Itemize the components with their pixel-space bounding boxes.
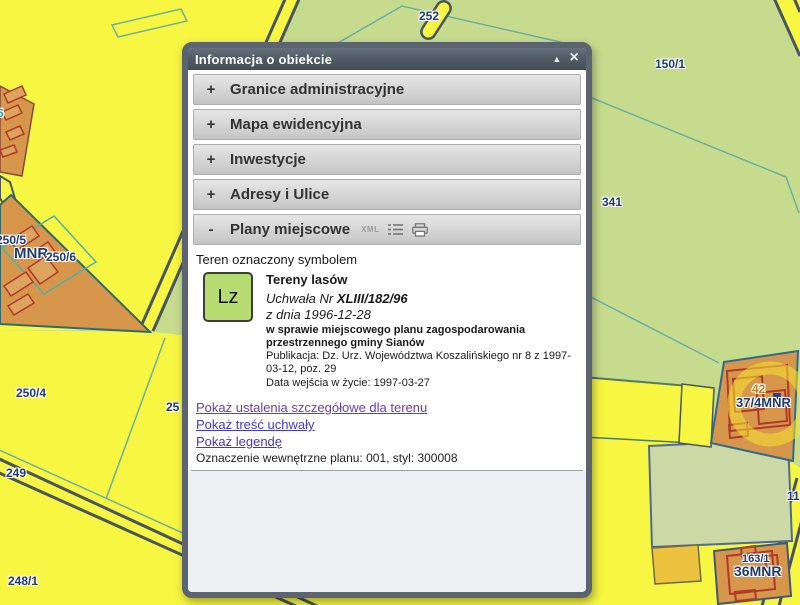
print-icon[interactable] (412, 223, 428, 237)
accordion-plany-miejscowe[interactable]: - Plany miejscowe XML (193, 214, 581, 245)
plans-intro: Teren oznaczony symbolem (196, 252, 578, 267)
expand-plus-icon: + (204, 151, 218, 168)
parcel-orange-163-1[interactable] (714, 543, 791, 604)
accordion-label: Granice administracyjne (230, 81, 404, 98)
point-marker (757, 565, 762, 570)
plan-effective-date: Data wejścia w życie: 1997-03-27 (266, 376, 578, 390)
link-show-detailed-findings[interactable]: Pokaż ustalenia szczegółowe dla terenu (196, 399, 578, 416)
plan-resolution-date: z dnia 1996-12-28 (266, 307, 578, 323)
plan-name: Tereny lasów (266, 272, 578, 288)
link-show-legend[interactable]: Pokaż legendę (196, 433, 578, 450)
popup-titlebar[interactable]: Informacja o obiekcie ▲ × (188, 48, 586, 70)
expand-plus-icon: + (204, 116, 218, 133)
list-icon[interactable] (388, 223, 403, 236)
close-icon[interactable]: × (569, 50, 579, 66)
accordion-label: Mapa ewidencyjna (230, 116, 362, 133)
accordion-inwestycje[interactable]: + Inwestycje (193, 144, 581, 175)
plan-subject: w sprawie miejscowego planu zagospodarow… (266, 324, 574, 350)
accordion-mapa-ewidencyjna[interactable]: + Mapa ewidencyjna (193, 109, 581, 140)
plan-resolution: Uchwała Nr XLIII/182/96 (266, 291, 578, 307)
link-show-resolution-text[interactable]: Pokaż treść uchwały (196, 416, 578, 433)
expand-plus-icon: + (204, 81, 218, 98)
plan-publication: Publikacja: Dz. Urz. Województwa Koszali… (266, 350, 578, 376)
accordion-adresy-i-ulice[interactable]: + Adresy i Ulice (193, 179, 581, 210)
selection-point (773, 393, 781, 401)
parcel-amber[interactable] (652, 545, 701, 584)
popup-title: Informacja o obiekcie (195, 52, 332, 67)
accordion-granice-administracyjne[interactable]: + Granice administracyjne (193, 74, 581, 105)
plan-symbol-badge: Lz (203, 272, 253, 322)
accordion-label: Adresy i Ulice (230, 186, 329, 203)
parcel-yellow-small[interactable] (679, 384, 714, 447)
xml-export-icon[interactable]: XML (361, 225, 379, 234)
info-popup: Informacja o obiekcie ▲ × + Granice admi… (182, 42, 592, 598)
plans-content: Teren oznaczony symbolem Lz Tereny lasów… (188, 245, 586, 592)
content-empty-area (188, 471, 586, 592)
collapse-icon[interactable]: ▲ (552, 55, 561, 64)
collapse-minus-icon: - (204, 221, 218, 238)
plan-internal-id: Oznaczenie wewnętrzne planu: 001, styl: … (196, 451, 578, 465)
expand-plus-icon: + (204, 186, 218, 203)
accordion-label: Inwestycje (230, 151, 306, 168)
accordion-label: Plany miejscowe (230, 221, 350, 238)
